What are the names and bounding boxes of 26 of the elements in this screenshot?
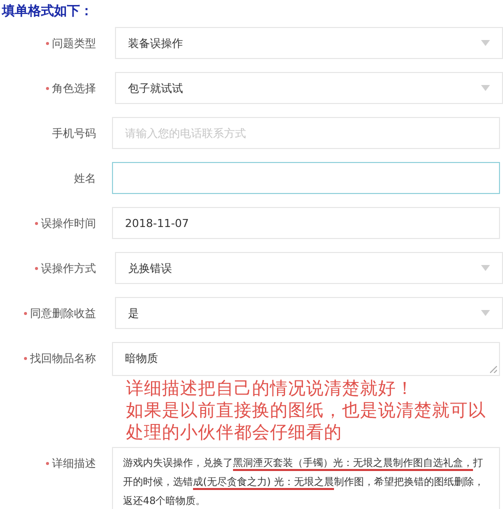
field-label: 姓名 [74, 170, 96, 186]
select-field[interactable]: 包子就试试 [115, 72, 503, 104]
input-field[interactable]: 2018-11-07 [112, 207, 500, 239]
textarea-field[interactable]: 游戏内失误操作，兑换了黑洞湮灭套装（手镯）光：无垠之晨制作图自选礼盒，打开的时候，选错成(无尽贪食之力) 光：无垠之晨制作图，希望把换错的图纸删除，返还48个暗物质。 [112, 447, 500, 509]
caret-icon [481, 310, 490, 316]
select-field[interactable]: 装备误操作 [115, 27, 503, 59]
field-label: 找回物品名称 [30, 350, 96, 366]
resize-handle-icon[interactable] [490, 366, 497, 373]
field-label: 误操作方式 [41, 260, 96, 276]
input-field[interactable] [112, 162, 500, 194]
field-label: 手机号码 [52, 126, 96, 140]
textarea-field[interactable]: 暗物质 [112, 342, 500, 376]
annotation-text: 如果是以前直接换的图纸，也是说清楚就可以 [126, 400, 486, 422]
field-label: 同意删除收益 [30, 306, 96, 320]
caret-icon [481, 40, 490, 46]
caret-icon [481, 85, 490, 91]
select-field[interactable]: 兑换错误 [115, 252, 503, 284]
caret-icon [481, 265, 490, 271]
field-label: 角色选择 [52, 80, 96, 96]
field-label: 问题类型 [52, 36, 96, 50]
form-heading: 填单格式如下： [2, 3, 93, 20]
annotation-text: 详细描述把自己的情况说清楚就好！ [126, 378, 414, 400]
field-label: 详细描述 [52, 456, 96, 470]
annotation-text: 处理的小伙伴都会仔细看的 [126, 422, 342, 444]
select-field[interactable]: 是 [115, 297, 503, 329]
field-label: 误操作时间 [41, 216, 96, 230]
